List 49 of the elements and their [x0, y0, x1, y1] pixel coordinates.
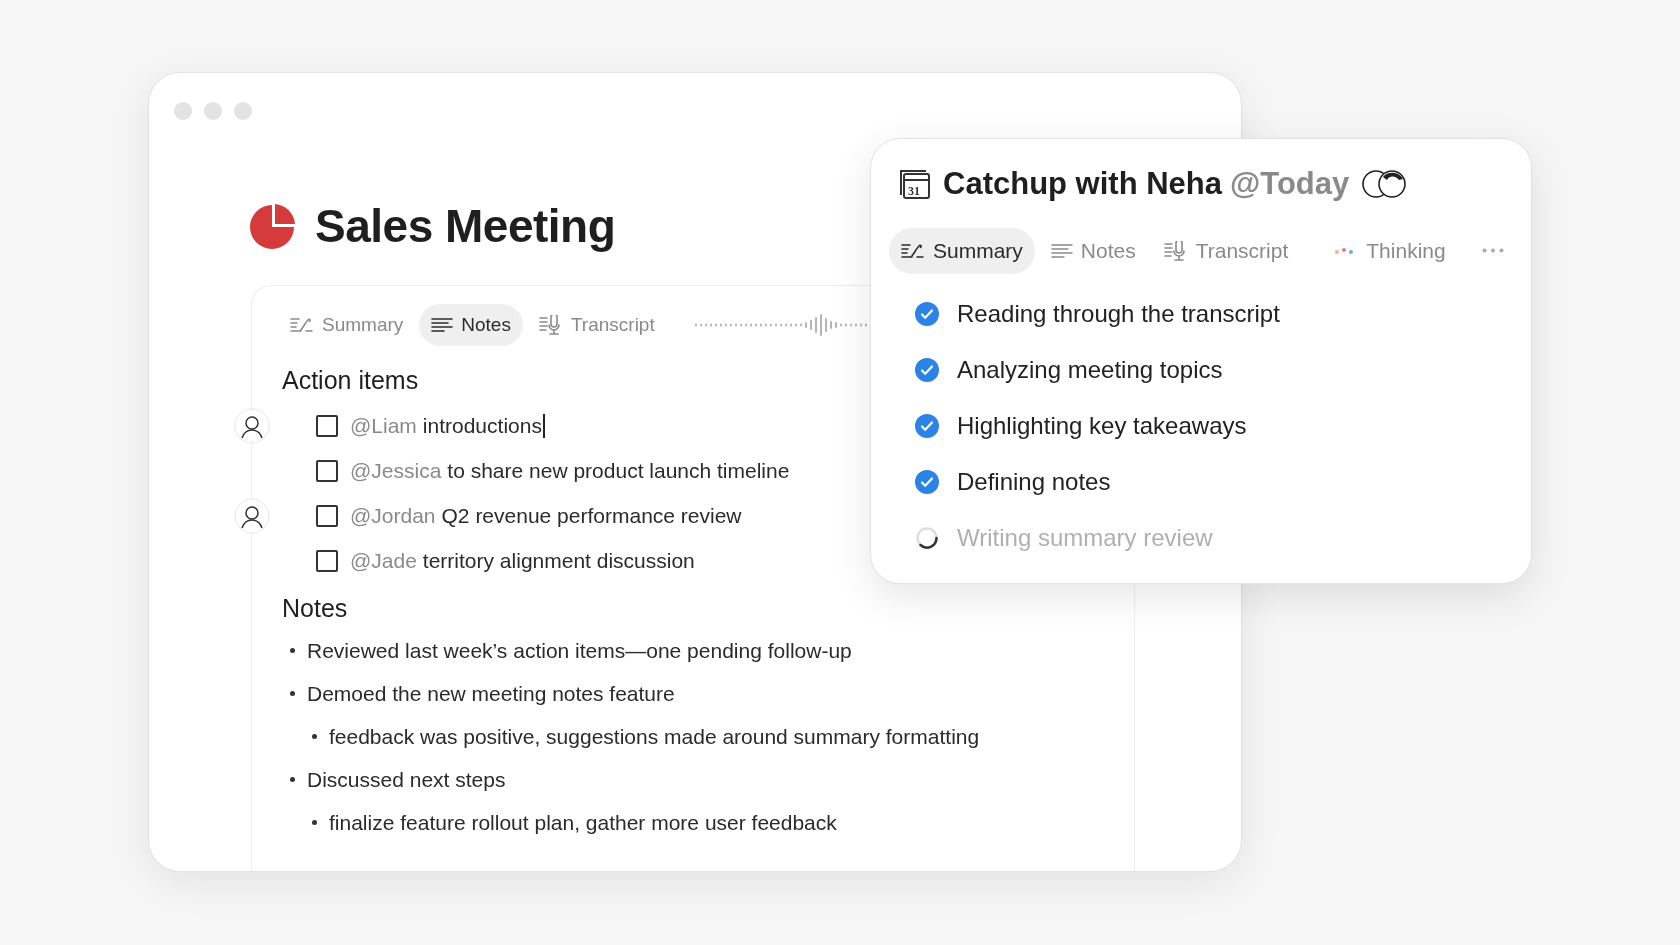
bullet-icon: [290, 777, 295, 782]
notes-icon: [1050, 242, 1073, 259]
tab[interactable]: Summary: [889, 227, 1035, 274]
tab[interactable]: Notes: [1038, 227, 1148, 274]
date-mention[interactable]: @Today: [1230, 161, 1350, 208]
pie-chart-icon: [249, 203, 295, 250]
summary-icon: [290, 316, 314, 334]
mention-link[interactable]: @Liam: [350, 410, 417, 442]
step-label: Defining notes: [957, 466, 1111, 497]
action-item-text: to share new product launch timeline: [447, 458, 790, 485]
section-heading: Action items: [282, 365, 419, 396]
note-text: Demoed the new meeting notes feature: [307, 680, 675, 707]
microphone-icon: [1163, 240, 1188, 261]
checkbox[interactable]: [316, 505, 338, 527]
mention-link[interactable]: @Jade: [350, 545, 417, 577]
bullet-icon: [312, 734, 317, 739]
step-label: Writing summary review: [957, 522, 1213, 553]
tab[interactable]: Summary: [278, 304, 416, 346]
note-text: feedback was positive, suggestions made around summary formatting: [329, 723, 980, 750]
thinking-dots-icon: [1334, 246, 1355, 255]
step-label: Highlighting key takeaways: [957, 410, 1247, 441]
action-item-text: territory alignment discussion: [422, 548, 695, 575]
status-label: Thinking: [1366, 237, 1446, 264]
note-text: Reviewed last week’s action items—one pending follow-up: [307, 637, 852, 664]
summary-icon: [901, 241, 925, 260]
panel-title: Catchup with Neha: [943, 165, 1222, 203]
checkbox[interactable]: [316, 550, 338, 572]
meeting-title: Sales Meeting: [315, 199, 616, 254]
note-text: Discussed next steps: [307, 766, 506, 793]
tab[interactable]: Transcript: [526, 304, 667, 346]
notes-icon: [431, 317, 454, 333]
action-item-text: Q2 revenue performance review: [441, 503, 742, 530]
step-label: Reading through the transcript: [957, 298, 1280, 329]
note-text: finalize feature rollout plan, gather more user feedback: [329, 809, 837, 836]
mention-link[interactable]: @Jessica: [350, 455, 442, 487]
step-label: Analyzing meeting topics: [957, 354, 1223, 385]
bullet-icon: [312, 820, 317, 825]
tab[interactable]: Notes: [419, 304, 523, 346]
tab[interactable]: Transcript: [1151, 227, 1301, 274]
avatar-pair-icon: [1361, 169, 1408, 200]
microphone-icon: [538, 315, 563, 335]
mention-link[interactable]: @Jordan: [350, 500, 436, 532]
checkbox[interactable]: [316, 415, 338, 437]
action-item-text: introductions: [422, 413, 542, 440]
checkbox[interactable]: [316, 460, 338, 482]
bullet-icon: [290, 691, 295, 696]
more-icon: [1482, 248, 1504, 253]
section-heading: Notes: [282, 592, 348, 624]
bullet-icon: [290, 648, 295, 653]
